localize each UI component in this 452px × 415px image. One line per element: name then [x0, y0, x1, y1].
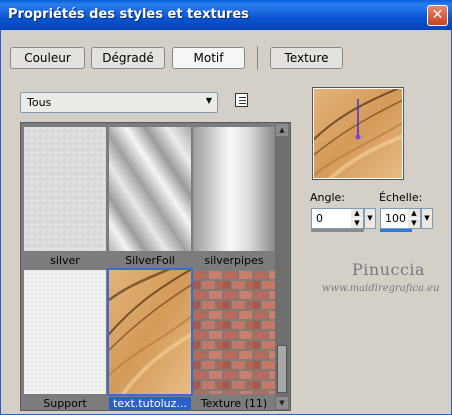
scale-dropdown-icon[interactable]: ▼ [421, 208, 433, 229]
pattern-caption: silver [50, 254, 80, 267]
angle-spinbox[interactable]: 0 ▲ ▼ [311, 208, 364, 229]
support-swatch [24, 270, 106, 394]
silverpipes-swatch [193, 127, 275, 251]
pattern-tile-silverfoil[interactable]: SilverFoil [109, 127, 191, 267]
pattern-caption: silverpipes [204, 254, 264, 267]
pattern-tile-text-tutoluz[interactable]: text.tutoluz... [107, 268, 193, 410]
tab-motif[interactable]: Motif [172, 47, 245, 69]
tab-separator [257, 46, 258, 70]
angle-down-icon[interactable]: ▼ [351, 219, 363, 228]
tab-degrade[interactable]: Dégradé [91, 47, 165, 69]
pattern-tile-texture-11[interactable]: Texture (11) [193, 270, 275, 410]
angle-dropdown-icon[interactable]: ▼ [364, 208, 376, 229]
gold-texture-swatch [107, 268, 193, 396]
texture-preview[interactable] [308, 83, 410, 191]
scale-value: 100 [385, 212, 406, 225]
watermark-name: Pinuccia [352, 260, 426, 279]
pattern-caption: Support [43, 397, 87, 410]
silverfoil-swatch [109, 127, 191, 251]
gallery-scrollbar[interactable]: ▲ ▼ [275, 123, 289, 410]
brick-swatch [193, 270, 275, 394]
scale-down-icon[interactable]: ▼ [408, 219, 420, 228]
window-title: Propriétés des styles et textures [8, 7, 249, 22]
dropdown-arrow-icon: ▼ [205, 96, 212, 105]
tab-label: Couleur [24, 51, 71, 65]
pattern-caption: text.tutoluz... [109, 397, 191, 410]
tab-label: Dégradé [102, 51, 154, 65]
list-view-icon[interactable] [235, 93, 248, 107]
scroll-up-icon[interactable]: ▲ [276, 124, 288, 136]
pattern-caption: SilverFoil [125, 254, 175, 267]
tab-texture[interactable]: Texture [270, 47, 343, 69]
pattern-tile-silverpipes[interactable]: silverpipes [193, 127, 275, 267]
pattern-tile-support[interactable]: Support [24, 270, 106, 410]
angle-up-icon[interactable]: ▲ [351, 209, 363, 218]
category-select-value: Tous [27, 96, 52, 109]
angle-handle-icon[interactable] [355, 134, 361, 140]
tab-label: Texture [284, 51, 329, 65]
scale-spinbox[interactable]: 100 ▲ ▼ [380, 208, 421, 229]
silver-swatch [24, 127, 106, 251]
scroll-thumb[interactable] [277, 345, 287, 393]
scale-up-icon[interactable]: ▲ [408, 209, 420, 218]
angle-slider-bar[interactable] [311, 229, 364, 232]
close-icon: ✕ [431, 7, 444, 23]
angle-label: Angle: [310, 191, 346, 204]
preview-image [308, 83, 410, 191]
scroll-down-icon[interactable]: ▼ [276, 397, 288, 409]
tab-couleur[interactable]: Couleur [10, 47, 85, 69]
pattern-gallery: silver SilverFoil silverpipes Support te… [20, 122, 291, 411]
angle-value: 0 [316, 212, 323, 225]
tab-label: Motif [193, 51, 224, 65]
pattern-caption: Texture (11) [200, 397, 268, 410]
close-button[interactable]: ✕ [427, 5, 448, 26]
pattern-tile-silver[interactable]: silver [24, 127, 106, 267]
category-select[interactable]: Tous ▼ [20, 92, 218, 113]
window-title-bar: Propriétés des styles et textures [0, 0, 452, 30]
scale-slider-bar[interactable] [380, 229, 412, 232]
watermark-url: www.maidiregrafica.eu [322, 283, 440, 294]
scale-label: Échelle: [379, 191, 423, 204]
